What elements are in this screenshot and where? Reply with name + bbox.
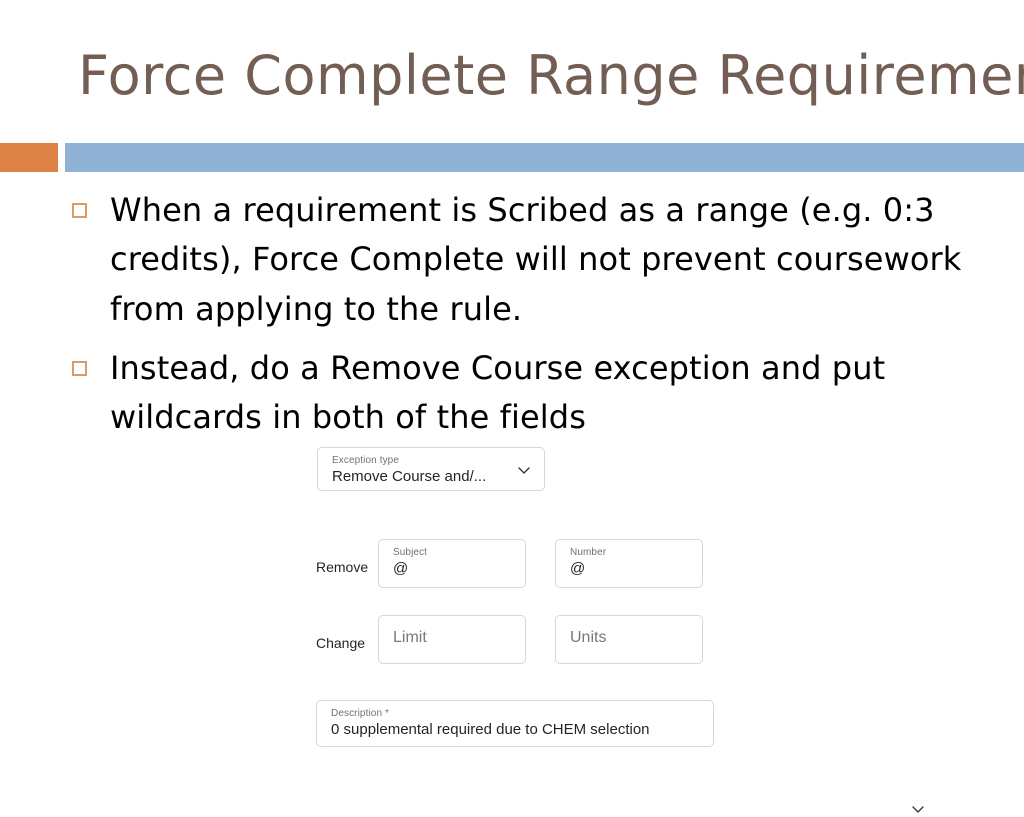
bullet-text: When a requirement is Scribed as a range… (110, 191, 962, 328)
number-input[interactable]: Number @ (555, 539, 703, 588)
divider (0, 143, 1024, 172)
subject-label: Subject (393, 547, 428, 558)
bullet-text: Instead, do a Remove Course exception an… (110, 348, 886, 437)
units-select[interactable]: Units (555, 615, 924, 813)
units-placeholder: Units (570, 629, 607, 646)
divider-bar (65, 143, 1024, 172)
exception-type-value: Remove Course and/... (332, 468, 487, 485)
square-bullet-icon (72, 360, 87, 376)
limit-placeholder: Limit (393, 629, 427, 646)
subject-input[interactable]: Subject @ (378, 539, 526, 588)
limit-input[interactable]: Limit (378, 615, 526, 664)
chevron-down-icon[interactable] (910, 801, 926, 817)
remove-row-label: Remove (316, 559, 369, 575)
list-item: When a requirement is Scribed as a range… (72, 186, 992, 334)
description-input[interactable]: Description * 0 supplemental required du… (316, 700, 714, 747)
exception-type-select[interactable]: Exception type Remove Course and/... (317, 447, 545, 491)
bullet-list: When a requirement is Scribed as a range… (72, 186, 992, 452)
number-value: @ (570, 560, 586, 577)
list-item: Instead, do a Remove Course exception an… (72, 344, 992, 443)
chevron-down-icon[interactable] (516, 462, 532, 478)
square-bullet-icon (72, 203, 87, 218)
change-row-label: Change (316, 635, 366, 651)
page-title: Force Complete Range Requirement (78, 44, 1024, 107)
number-label: Number (570, 547, 607, 558)
subject-value: @ (393, 560, 409, 577)
exception-type-label: Exception type (332, 455, 399, 466)
exception-form-screenshot: Exception type Remove Course and/... Rem… (316, 447, 924, 813)
divider-accent-block (0, 143, 58, 172)
description-label: Description * (331, 708, 389, 719)
description-value: 0 supplemental required due to CHEM sele… (331, 721, 650, 738)
